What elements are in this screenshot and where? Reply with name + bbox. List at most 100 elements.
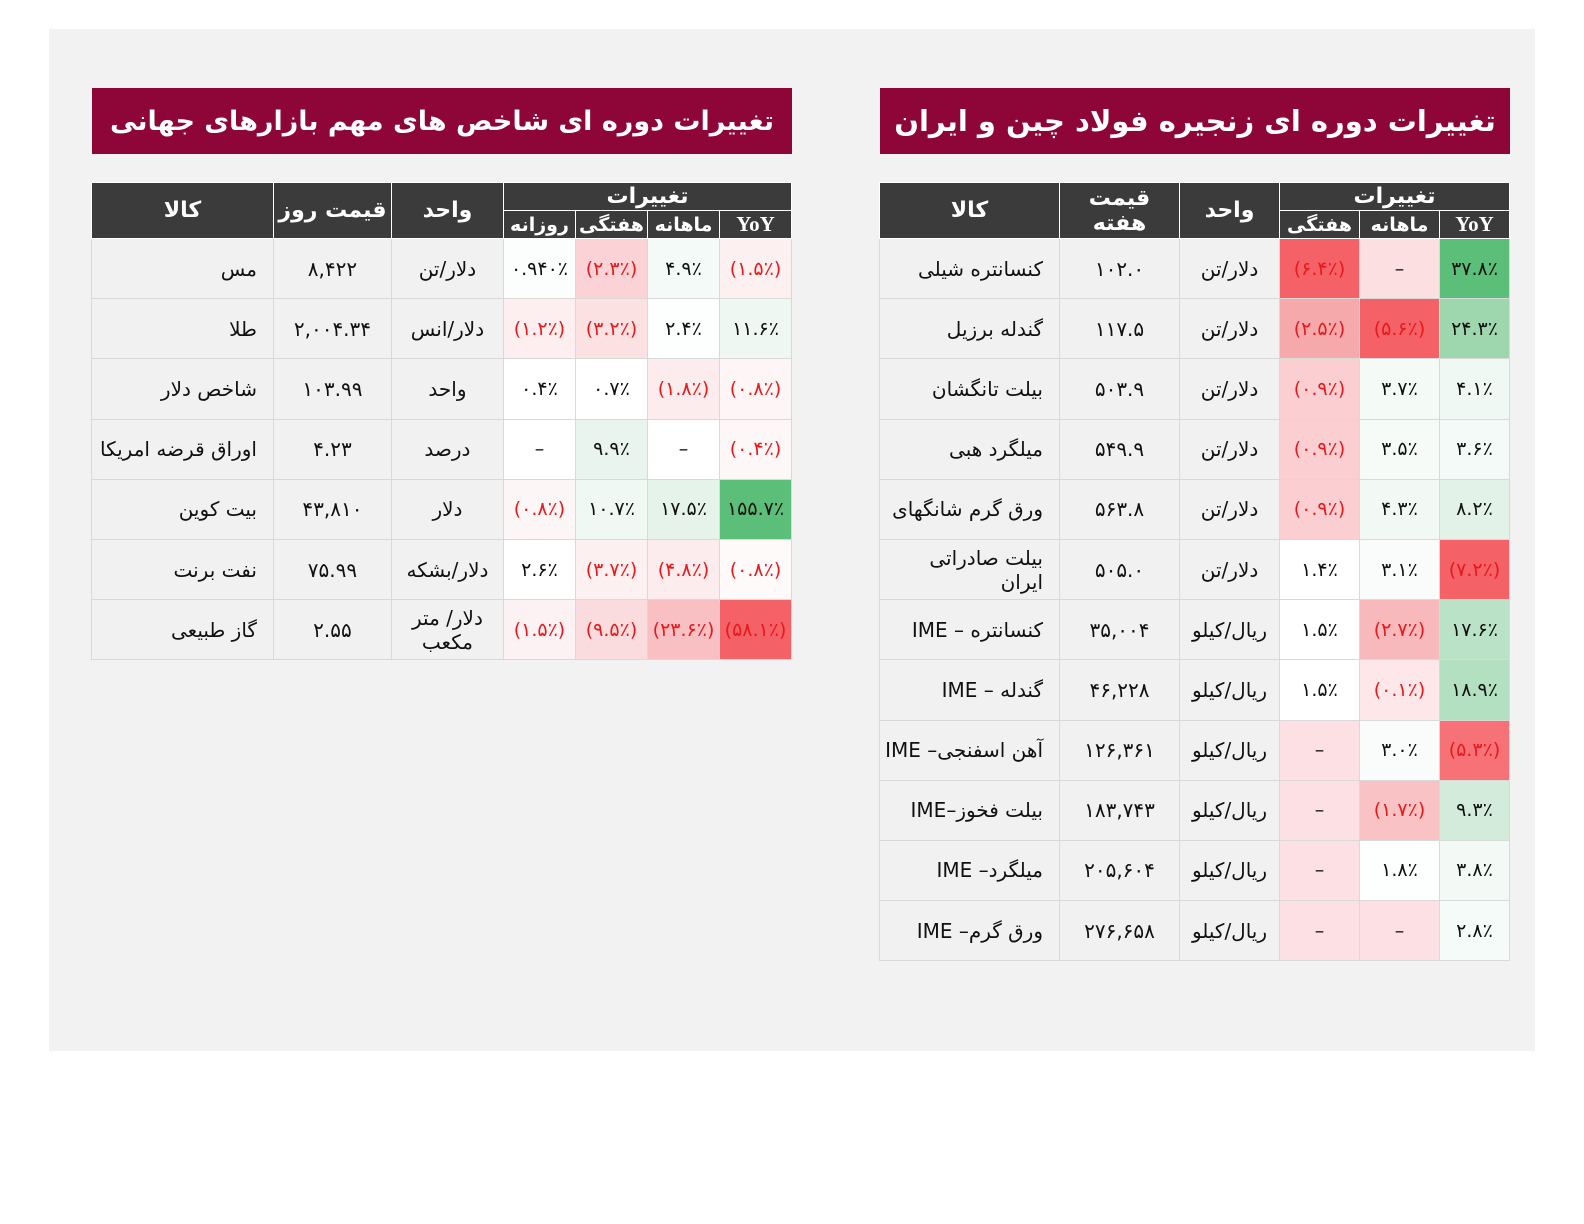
cell-unit: ریال/کیلو [1179, 599, 1280, 661]
cell-yoy: ۸.۲٪ [1439, 478, 1510, 540]
cell-price: ۱۰۳.۹۹ [272, 358, 392, 420]
header-monthly: ماهانه [1359, 210, 1440, 239]
cell-unit: دلار/تن [1179, 478, 1280, 540]
table-row: (۰.۴٪) –۹.۹٪ – درصد ۴.۲۳ اوراق قرضه امریکا [90, 418, 792, 480]
cell-monthly: ۳.۵٪ [1359, 418, 1440, 480]
table-row: (۰.۸٪) (۱.۸٪) ۰.۷٪ ۰.۴٪ واحد ۱۰۳.۹۹ شاخص دلار [90, 358, 792, 420]
cell-monthly: ۱۷.۵٪ [647, 478, 720, 540]
cell-yoy: (۰.۸٪) [719, 538, 792, 601]
header-price: قیمت هفته [1059, 182, 1180, 239]
header-weekly: هفتگی [1279, 210, 1360, 239]
cell-daily: (۰.۸٪) [502, 478, 577, 540]
cell-commodity-name: میلگرد هبی [879, 418, 1060, 480]
cell-price: ۵۰۳.۹ [1059, 358, 1180, 420]
cell-daily: – [502, 418, 577, 480]
cell-monthly: ۳.۷٪ [1359, 358, 1440, 420]
cell-price: ۲۰۵,۶۰۴ [1059, 839, 1180, 902]
header-price: قیمت روز [272, 182, 392, 239]
cell-monthly: ۱.۸٪ [1359, 839, 1440, 902]
cell-commodity-name: طلا [90, 298, 274, 360]
cell-weekly: – [1279, 900, 1360, 962]
table-row: ۳.۸٪ ۱.۸٪ – ریال/کیلو ۲۰۵,۶۰۴ میلگرد– IME [879, 839, 1510, 902]
cell-daily: (۱.۲٪) [502, 298, 577, 360]
cell-commodity-name: بیت کوین [90, 478, 274, 540]
cell-price: ۴۶,۲۲۸ [1059, 659, 1180, 721]
cell-monthly: ۴.۹٪ [647, 237, 720, 300]
table-row: ۲.۸٪ – – ریال/کیلو ۲۷۶,۶۵۸ ورق گرم– IME [879, 900, 1510, 962]
cell-weekly: (۹.۵٪) [575, 599, 648, 661]
cell-weekly: (۰.۹٪) [1279, 478, 1360, 540]
header-commodity: کالا [90, 182, 274, 239]
cell-yoy: ۱۱.۶٪ [719, 298, 792, 360]
cell-weekly: (۰.۹٪) [1279, 358, 1360, 420]
cell-yoy: ۳.۸٪ [1439, 839, 1510, 902]
cell-unit: درصد [390, 418, 504, 480]
steel-chain-table-body: ۳۷.۸٪ – (۶.۴٪) دلار/تن ۱۰۲.۰ کنسانتره شیلی ۲۴.… [879, 237, 1510, 962]
cell-monthly: ۳.۱٪ [1359, 538, 1440, 601]
cell-weekly: ۱.۴٪ [1279, 538, 1360, 601]
cell-monthly: ۴.۳٪ [1359, 478, 1440, 540]
cell-yoy: ۲۴.۳٪ [1439, 298, 1510, 360]
cell-unit: دلار/ متر مکعب [390, 599, 504, 661]
cell-monthly: (۲۳.۶٪) [647, 599, 720, 661]
table-row: (۱.۵٪) ۴.۹٪ (۲.۳٪) ۰.۹۴۰٪ دلار/تن ۸,۴۲۲ مس [90, 237, 792, 300]
cell-commodity-name: گندله برزیل [879, 298, 1060, 360]
cell-yoy: (۱.۵٪) [719, 237, 792, 300]
steel-chain-title: تغییرات دوره ای زنجیره فولاد چین و ایران [880, 88, 1510, 154]
table-row: ۳۷.۸٪ – (۶.۴٪) دلار/تن ۱۰۲.۰ کنسانتره شیلی [879, 237, 1510, 300]
cell-yoy: (۵۸.۱٪) [719, 599, 792, 661]
cell-commodity-name: ورق گرم– IME [879, 900, 1060, 962]
cell-commodity-name: نفت برنت [90, 538, 274, 601]
header-daily: روزانه [502, 210, 577, 239]
cell-unit: دلار/تن [1179, 358, 1280, 420]
table-row: ۱۵۵.۷٪ ۱۷.۵٪ ۱۰.۷٪ (۰.۸٪) دلار ۴۳,۸۱۰ بیت کوین [90, 478, 792, 540]
table-row: ۹.۳٪ (۱.۷٪) – ریال/کیلو ۱۸۳,۷۴۳ بیلت فخوز–IME [879, 779, 1510, 841]
cell-commodity-name: گندله – IME [879, 659, 1060, 721]
cell-commodity-name: ورق گرم شانگهای [879, 478, 1060, 540]
cell-price: ۵۶۳.۸ [1059, 478, 1180, 540]
cell-price: ۷۵.۹۹ [272, 538, 392, 601]
cell-weekly: ۱.۵٪ [1279, 599, 1360, 661]
global-markets-table: تغییرات واحد قیمت روز کالا YoY ماهانه هف… [90, 182, 793, 661]
table-row: ۱۸.۹٪ (۰.۱٪) ۱.۵٪ ریال/کیلو ۴۶,۲۲۸ گندله – IM… [879, 659, 1510, 721]
cell-price: ۱۸۳,۷۴۳ [1059, 779, 1180, 841]
steel-chain-table: تغییرات واحد قیمت هفته کالا YoY ماهانه ه… [879, 182, 1510, 962]
cell-unit: دلار [390, 478, 504, 540]
cell-weekly: – [1279, 719, 1360, 781]
cell-weekly: – [1279, 839, 1360, 902]
cell-price: ۵۰۵.۰ [1059, 538, 1180, 601]
cell-unit: دلار/تن [1179, 298, 1280, 360]
cell-commodity-name: آهن اسفنجی– IME [879, 719, 1060, 781]
cell-unit: دلار/بشکه [390, 538, 504, 601]
cell-price: ۳۵,۰۰۴ [1059, 599, 1180, 661]
cell-weekly: ۱۰.۷٪ [575, 478, 648, 540]
header-weekly: هفتگی [575, 210, 648, 239]
cell-yoy: ۳.۶٪ [1439, 418, 1510, 480]
cell-yoy: (۰.۴٪) [719, 418, 792, 480]
cell-price: ۱۱۷.۵ [1059, 298, 1180, 360]
screenshot-canvas: تغییرات دوره ای زنجیره فولاد چین و ایران… [0, 0, 1584, 1224]
table-row: ۸.۲٪ ۴.۳٪ (۰.۹٪) دلار/تن ۵۶۳.۸ ورق گرم شانگها… [879, 478, 1510, 540]
cell-yoy: ۱۸.۹٪ [1439, 659, 1510, 721]
cell-unit: دلار/تن [1179, 538, 1280, 601]
cell-unit: دلار/تن [390, 237, 504, 300]
header-unit: واحد [1179, 182, 1280, 239]
cell-yoy: ۳۷.۸٪ [1439, 237, 1510, 300]
cell-commodity-name: بیلت صادراتی ایران [879, 538, 1060, 601]
cell-unit: دلار/تن [1179, 237, 1280, 300]
cell-yoy: ۱۵۵.۷٪ [719, 478, 792, 540]
cell-weekly: ۰.۷٪ [575, 358, 648, 420]
cell-monthly: – [1359, 900, 1440, 962]
cell-commodity-name: کنسانتره شیلی [879, 237, 1060, 300]
global-markets-title: تغییرات دوره ای شاخص های مهم بازارهای جه… [92, 88, 792, 154]
cell-yoy: ۱۷.۶٪ [1439, 599, 1510, 661]
header-yoy: YoY [719, 210, 792, 239]
header-yoy: YoY [1439, 210, 1510, 239]
cell-monthly: – [647, 418, 720, 480]
table-row: ۱۷.۶٪ (۲.۷٪) ۱.۵٪ ریال/کیلو ۳۵,۰۰۴ کنسانتره –… [879, 599, 1510, 661]
cell-commodity-name: اوراق قرضه امریکا [90, 418, 274, 480]
cell-commodity-name: میلگرد– IME [879, 839, 1060, 902]
table-row: ۴.۱٪ ۳.۷٪ (۰.۹٪) دلار/تن ۵۰۳.۹ بیلت تانگشان [879, 358, 1510, 420]
cell-unit: ریال/کیلو [1179, 779, 1280, 841]
cell-price: ۴۳,۸۱۰ [272, 478, 392, 540]
